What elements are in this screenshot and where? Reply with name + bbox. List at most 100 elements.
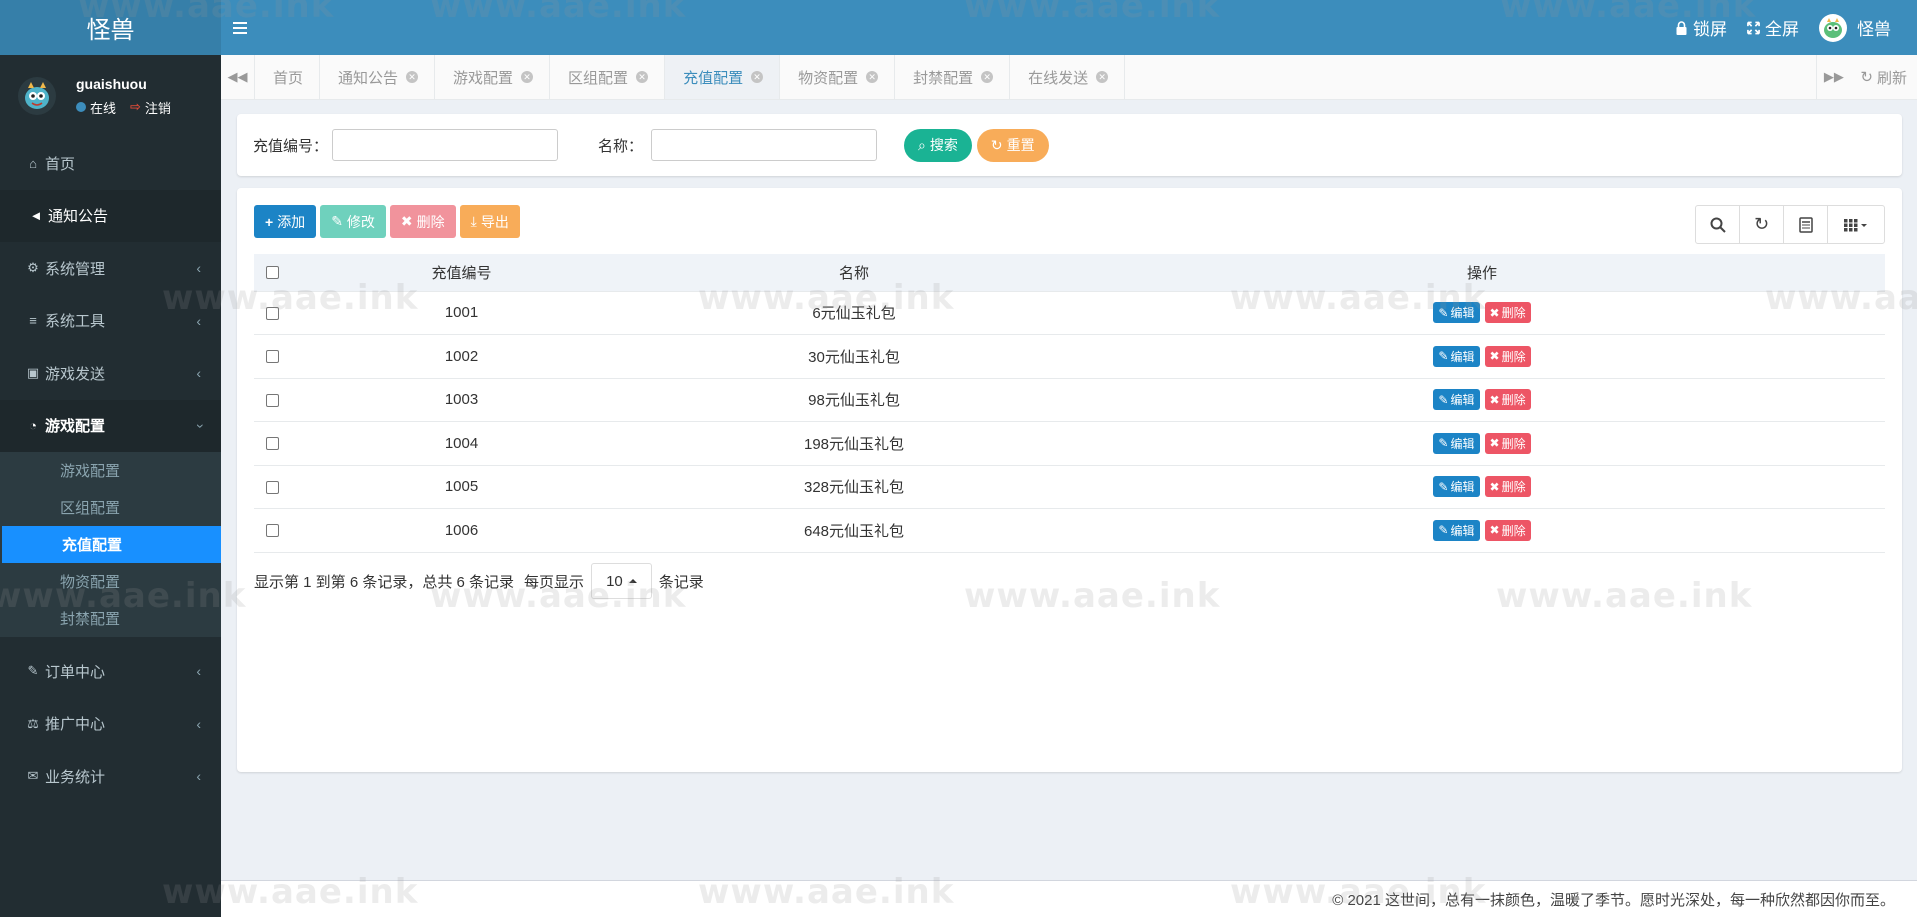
tab-notice[interactable]: 通知公告 ✕ bbox=[320, 55, 436, 99]
sidebar-item-notice[interactable]: ◄ 通知公告 bbox=[0, 189, 221, 242]
row-edit-button[interactable]: ✎ 编辑 bbox=[1433, 476, 1480, 498]
row-delete-button[interactable]: ✖ 删除 bbox=[1484, 519, 1531, 541]
row-checkbox[interactable] bbox=[266, 437, 279, 451]
table-columns-button[interactable] bbox=[1828, 206, 1884, 243]
table-row: 1002 30元仙玉礼包 ✎ 编辑 ✖ 删除 bbox=[254, 334, 1885, 379]
tab-game-config[interactable]: 游戏配置 ✕ bbox=[435, 55, 551, 99]
logout-icon[interactable]: ⇨ bbox=[130, 99, 141, 115]
row-delete-button[interactable]: ✖ 删除 bbox=[1484, 476, 1531, 498]
search-form: 充值编号： 名称： ⌕ 搜索 ↻ 重置 bbox=[237, 114, 1902, 176]
lock-screen-button[interactable]: 锁屏 bbox=[1665, 0, 1737, 55]
row-checkbox[interactable] bbox=[266, 393, 279, 407]
logout-link[interactable]: 注销 bbox=[145, 98, 171, 117]
row-edit-label: 编辑 bbox=[1450, 306, 1475, 321]
tab-online-send[interactable]: 在线发送 ✕ bbox=[1010, 55, 1126, 99]
row-delete-button[interactable]: ✖ 删除 bbox=[1484, 432, 1531, 454]
table-search-button[interactable] bbox=[1696, 206, 1740, 243]
row-edit-button[interactable]: ✎ 编辑 bbox=[1433, 389, 1480, 411]
tabs-scroll-right-button[interactable]: ▶▶ bbox=[1816, 55, 1850, 99]
search-button[interactable]: ⌕ 搜索 bbox=[904, 128, 972, 162]
tab-ban-config[interactable]: 封禁配置 ✕ bbox=[895, 55, 1011, 99]
tab-label: 物资配置 bbox=[798, 69, 859, 87]
user-menu[interactable]: 怪兽 bbox=[1809, 0, 1917, 55]
sidebar-toggle-button[interactable] bbox=[233, 0, 273, 55]
row-delete-button[interactable]: ✖ 删除 bbox=[1484, 389, 1531, 411]
close-icon[interactable]: ✕ bbox=[1096, 71, 1109, 83]
submenu-item-label: 物资配置 bbox=[60, 574, 121, 591]
page-size-select[interactable]: 10 bbox=[591, 563, 652, 599]
submenu-item-zone-config[interactable]: 区组配置 bbox=[0, 489, 221, 526]
row-delete-button[interactable]: ✖ 删除 bbox=[1484, 302, 1531, 324]
name-input[interactable] bbox=[651, 129, 878, 161]
row-delete-button[interactable]: ✖ 删除 bbox=[1484, 345, 1531, 367]
sidebar-item-game-send[interactable]: ▣ 游戏发送 ‹ bbox=[0, 347, 221, 400]
edit-button[interactable]: ✎ 修改 bbox=[320, 205, 386, 238]
row-edit-button[interactable]: ✎ 编辑 bbox=[1433, 432, 1480, 454]
close-icon[interactable]: ✕ bbox=[406, 71, 419, 83]
chevron-left-icon: ‹ bbox=[196, 365, 201, 382]
refresh-tab-button[interactable]: ↻ 刷新 bbox=[1850, 55, 1917, 99]
sidebar-item-system-management[interactable]: ⚙ 系统管理 ‹ bbox=[0, 242, 221, 295]
envelope-icon: ✉ bbox=[27, 768, 39, 784]
delete-button[interactable]: ✖ 删除 bbox=[389, 205, 456, 238]
reset-button[interactable]: ↻ 重置 bbox=[976, 128, 1049, 162]
sidebar-item-game-config[interactable]: ◔ 游戏配置 ‹ bbox=[0, 399, 221, 452]
sidebar-item-business-stats[interactable]: ✉ 业务统计 ‹ bbox=[0, 750, 221, 803]
row-checkbox[interactable] bbox=[266, 524, 279, 538]
close-icon[interactable]: ✕ bbox=[521, 71, 534, 83]
column-header-name[interactable]: 名称 bbox=[629, 254, 1079, 292]
table-row: 1005 328元仙玉礼包 ✎ 编辑 ✖ 删除 bbox=[254, 465, 1885, 509]
submenu-item-game-config[interactable]: 游戏配置 bbox=[0, 452, 221, 489]
submenu-item-recharge-config[interactable]: 充值配置 bbox=[2, 526, 221, 563]
remove-icon: ✖ bbox=[1489, 523, 1500, 538]
submenu-item-ban-config[interactable]: 封禁配置 bbox=[0, 600, 221, 637]
app-logo[interactable]: 怪兽 bbox=[0, 0, 221, 55]
tab-material-config[interactable]: 物资配置 ✕ bbox=[780, 55, 896, 99]
close-icon[interactable]: ✕ bbox=[751, 71, 764, 83]
home-icon: ⌂ bbox=[29, 155, 37, 171]
row-checkbox[interactable] bbox=[266, 350, 279, 364]
remove-icon: ✖ bbox=[1489, 349, 1500, 364]
sidebar-item-label: 业务统计 bbox=[45, 768, 106, 786]
dashboard-icon: ◔ bbox=[29, 418, 37, 434]
row-checkbox[interactable] bbox=[266, 306, 279, 320]
row-checkbox[interactable] bbox=[266, 480, 279, 494]
gift-icon: ▣ bbox=[26, 365, 40, 381]
table-toggle-view-button[interactable] bbox=[1784, 206, 1828, 243]
sidebar-item-system-tools[interactable]: ≡ 系统工具 ‹ bbox=[0, 295, 221, 348]
cell-code: 1004 bbox=[294, 421, 629, 466]
close-icon[interactable]: ✕ bbox=[636, 71, 649, 83]
remove-icon: ✖ bbox=[400, 213, 413, 229]
submenu-item-material-config[interactable]: 物资配置 bbox=[0, 563, 221, 600]
tab-recharge-config[interactable]: 充值配置 ✕ bbox=[665, 55, 781, 99]
plus-icon: + bbox=[265, 213, 274, 230]
close-icon[interactable]: ✕ bbox=[981, 71, 994, 83]
cell-name: 198元仙玉礼包 bbox=[629, 421, 1079, 466]
tab-zone-config[interactable]: 区组配置 ✕ bbox=[550, 55, 666, 99]
export-button-label: 导出 bbox=[480, 213, 509, 230]
fullscreen-button[interactable]: 全屏 bbox=[1737, 0, 1809, 55]
column-header-code[interactable]: 充值编号 bbox=[294, 254, 629, 292]
row-edit-button[interactable]: ✎ 编辑 bbox=[1433, 519, 1480, 541]
export-button[interactable]: ⤓ 导出 bbox=[459, 205, 520, 238]
close-icon[interactable]: ✕ bbox=[866, 71, 879, 83]
main-content: 充值编号： 名称： ⌕ 搜索 ↻ 重置 + 添加 ✎ 修改 ✖ 删除 ⤓ 导出 … bbox=[221, 100, 1917, 880]
search-icon: ⌕ bbox=[918, 136, 926, 153]
tabs-scroll-left-button[interactable]: ◀◀ bbox=[221, 55, 255, 99]
table-refresh-button[interactable]: ↻ bbox=[1740, 206, 1784, 243]
tab-home[interactable]: 首页 bbox=[255, 55, 321, 99]
sidebar-item-home[interactable]: ⌂ 首页 bbox=[0, 137, 221, 190]
row-edit-button[interactable]: ✎ 编辑 bbox=[1433, 345, 1480, 367]
row-edit-button[interactable]: ✎ 编辑 bbox=[1433, 302, 1480, 324]
chevron-left-icon: ‹ bbox=[196, 312, 201, 329]
sidebar-item-order-center[interactable]: ✎ 订单中心 ‹ bbox=[0, 645, 221, 698]
select-all-checkbox[interactable] bbox=[266, 266, 279, 280]
add-button[interactable]: + 添加 bbox=[254, 205, 317, 238]
avatar bbox=[1819, 13, 1847, 42]
pagination-summary: 显示第 1 到第 6 条记录，总共 6 条记录 bbox=[254, 573, 515, 591]
online-status-icon bbox=[76, 102, 86, 112]
sidebar-item-promotion-center[interactable]: ⚖ 推广中心 ‹ bbox=[0, 698, 221, 751]
row-edit-label: 编辑 bbox=[1450, 480, 1475, 495]
recharge-code-input[interactable] bbox=[332, 129, 559, 161]
monster-avatar-icon bbox=[1824, 17, 1842, 38]
